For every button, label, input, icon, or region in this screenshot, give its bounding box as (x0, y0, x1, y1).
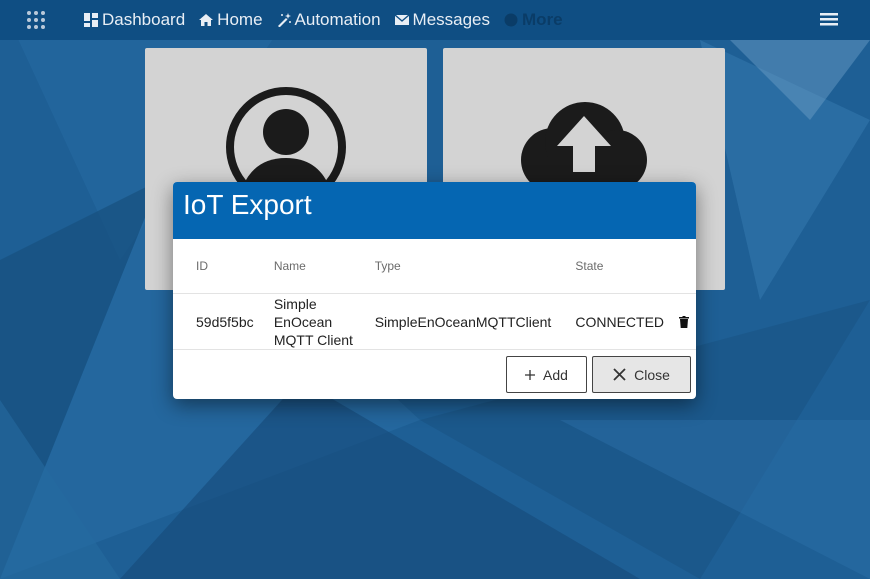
iot-export-dialog: IoT Export ID Name Type State 59d5f5bc S… (173, 182, 696, 399)
plus-icon (525, 369, 536, 380)
column-header-state[interactable]: State (575, 239, 680, 294)
nav-more[interactable]: More (504, 10, 563, 30)
nav-home-label: Home (217, 10, 263, 29)
export-table: ID Name Type State 59d5f5bc Simple EnOce… (173, 239, 696, 350)
dialog-title: IoT Export (183, 188, 312, 220)
cloud-upload-icon (521, 102, 647, 192)
dialog-header: IoT Export (173, 182, 696, 239)
delete-row-button[interactable] (679, 293, 696, 350)
add-button[interactable]: Add (506, 356, 587, 393)
close-button[interactable]: Close (592, 356, 691, 393)
home-icon (199, 14, 214, 26)
column-header-id[interactable]: ID (173, 239, 274, 294)
top-navigation-bar: Dashboard Home Automation Messages More (0, 0, 870, 40)
nav-more-label: More (522, 10, 563, 29)
add-button-label: Add (543, 366, 568, 383)
hamburger-menu-icon[interactable] (820, 11, 838, 27)
more-circle-icon (504, 13, 518, 27)
cell-id: 59d5f5bc (173, 293, 274, 350)
table-header-row: ID Name Type State (173, 239, 696, 294)
apps-grid-icon[interactable] (26, 10, 46, 30)
automation-wand-icon (277, 13, 291, 27)
column-header-type[interactable]: Type (374, 239, 576, 294)
nav-home[interactable]: Home (199, 10, 263, 30)
cell-name-line: MQTT Client (273, 331, 353, 348)
cell-state: CONNECTED (575, 293, 680, 350)
nav-automation-label: Automation (294, 10, 381, 29)
close-button-label: Close (634, 366, 670, 383)
dialog-footer: Add Close (173, 356, 696, 399)
close-icon (613, 368, 626, 381)
nav-dashboard-label: Dashboard (102, 10, 186, 29)
dashboard-icon (84, 13, 98, 27)
nav-messages[interactable]: Messages (394, 10, 491, 30)
trash-icon (679, 315, 690, 328)
envelope-icon (394, 14, 409, 25)
nav-automation[interactable]: Automation (277, 10, 381, 30)
cell-name-line: EnOcean (273, 313, 333, 330)
nav-dashboard[interactable]: Dashboard (84, 10, 185, 30)
cell-name: Simple EnOcean MQTT Client (273, 293, 375, 350)
nav-messages-label: Messages (412, 10, 491, 29)
main-nav: Dashboard Home Automation Messages More (84, 0, 563, 40)
column-header-name[interactable]: Name (273, 239, 375, 294)
column-header-actions (679, 239, 696, 294)
table-row[interactable]: 59d5f5bc Simple EnOcean MQTT Client Simp… (173, 293, 696, 350)
cell-name-line: Simple (273, 295, 317, 312)
cell-type: SimpleEnOceanMQTTClient (374, 293, 576, 350)
